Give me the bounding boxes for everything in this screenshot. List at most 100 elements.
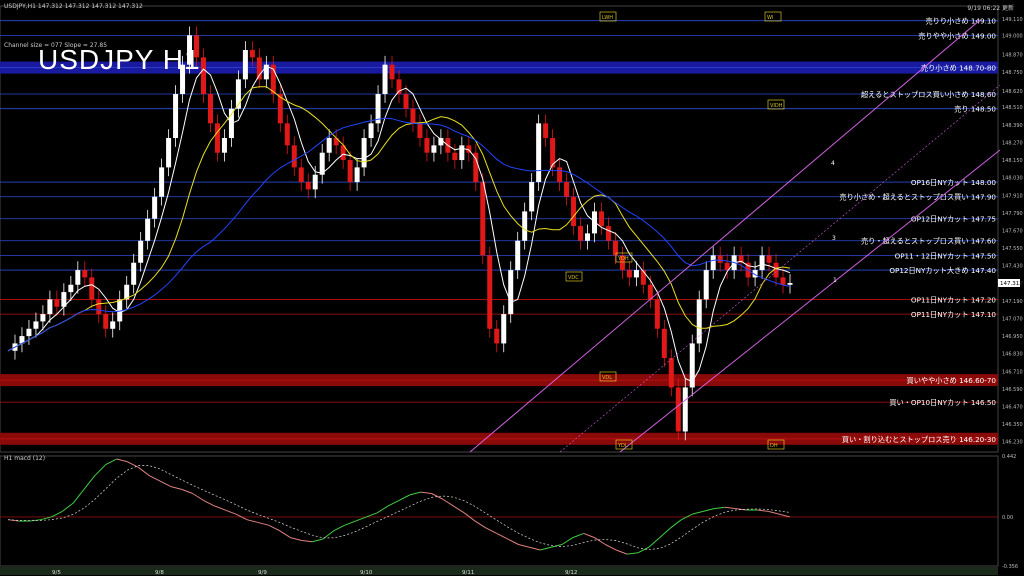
y-tick-label: 148.870 [1002,52,1023,58]
candle-body [787,282,793,285]
macd-segment [735,508,747,511]
candle-body [361,138,367,168]
macd-segment [474,520,487,529]
candle-body [557,167,563,183]
level-label: 超えるとストップロス買い小さめ 148.60 [861,90,996,99]
level-label: 売り小さめ 148.70-80 [921,64,997,73]
macd-segment [127,461,139,468]
macd-panel-frame [0,455,999,567]
candle-body [675,387,681,432]
candle-body [68,284,74,293]
candle-body [626,270,632,278]
macd-segment [148,475,161,482]
channel-point-label: 4 [831,160,835,167]
macd-segment [692,510,704,515]
y-tick-label: 147.910 [1002,193,1023,199]
candle-body [682,387,688,432]
candle-body [703,270,709,300]
candle-body [515,240,521,271]
level-label: 買いやや小さめ 146.60-70 [907,376,997,385]
y-tick-label: 146.230 [1002,440,1023,446]
candle-body [389,64,395,80]
box-marker-label: VDC [568,275,579,281]
level-label: OP11日NYカット 147.10 [911,310,997,319]
macd-segment [540,546,552,551]
macd-segment [170,486,182,490]
candle-body [166,138,172,168]
macd-segment [72,489,85,504]
y-tick-label: 149.110 [1002,17,1023,23]
macd-segment [355,516,367,522]
level-label: 売りり小さめ 149.10 [925,17,996,26]
y-tick-label: 147.550 [1002,246,1023,252]
candle-body [152,196,158,219]
candle-body [382,64,388,95]
candle-body [640,270,646,285]
price-chart: 149.110 149.000 148.870 148.750 148.620 148.5… [0,5,1023,576]
ma-white-line [7,65,791,383]
candle-body [47,299,53,315]
level-label: OP11・12日NYカット 147.50 [895,251,997,260]
candle-body [501,314,507,344]
channel-point-label: 3 [832,235,836,242]
macd-segment [453,505,465,514]
macd-segment [572,533,584,539]
symbol-header: USDJPY,H1 147.312 147.312 147.312 147.31… [4,3,143,10]
candle-body [347,160,353,183]
macd-segment [116,458,128,463]
macd-segment [246,519,258,523]
macd-segment [257,521,269,526]
candle-body [564,182,570,197]
macd-segment [485,527,497,534]
candle-body [494,328,500,344]
candle-body [145,218,151,241]
macd-tick-label: 0.00 [1002,515,1013,521]
macd-segment [757,509,769,512]
candle-body [536,123,542,183]
candle-body [173,94,179,139]
y-tick-label: 148.750 [1002,70,1023,76]
channel-point-label: 1 [833,277,837,284]
candle-body [585,233,591,241]
macd-segment [627,552,639,555]
level-label: OP16日NYカット 148.00 [911,178,997,187]
macd-segment [605,544,617,551]
y-tick-label: 147.670 [1002,228,1023,234]
candle-body [654,299,660,329]
macd-segment [496,533,508,540]
candle-body [89,277,95,300]
macd-segment [779,513,791,518]
macd-segment [768,510,780,515]
box-marker-label: WI [767,15,773,21]
candle-body [207,94,213,124]
candle-body [452,152,458,161]
candle-body [201,57,206,95]
level-label: 買い・OP10日NYカット 146.50 [889,398,996,407]
candle-body [354,167,360,183]
macd-segment [83,475,96,490]
candle-body [249,50,255,58]
box-marker-label: YDL [617,443,628,449]
date-bar [0,567,998,575]
candle-body [159,167,165,197]
candle-body [633,270,639,278]
candle-body [605,226,611,241]
y-tick-label: 148.030 [1002,176,1023,182]
y-tick-label: 148.390 [1002,123,1023,129]
candle-body [578,226,584,241]
candle-body [33,321,39,329]
candle-body [256,57,262,80]
candle-body [40,314,46,322]
macd-segment [268,524,280,532]
x-date-label: 9/5 [52,570,61,576]
candle-body [780,277,786,285]
candle-body [75,270,81,285]
macd-segment [518,544,530,548]
candle-body [221,138,227,153]
y-tick-label: 146.830 [1002,352,1023,358]
candle-body [326,138,332,153]
candle-body [431,145,437,153]
candle-body [312,174,318,190]
macd-segment [442,498,454,507]
ma-blue-line [7,117,791,352]
